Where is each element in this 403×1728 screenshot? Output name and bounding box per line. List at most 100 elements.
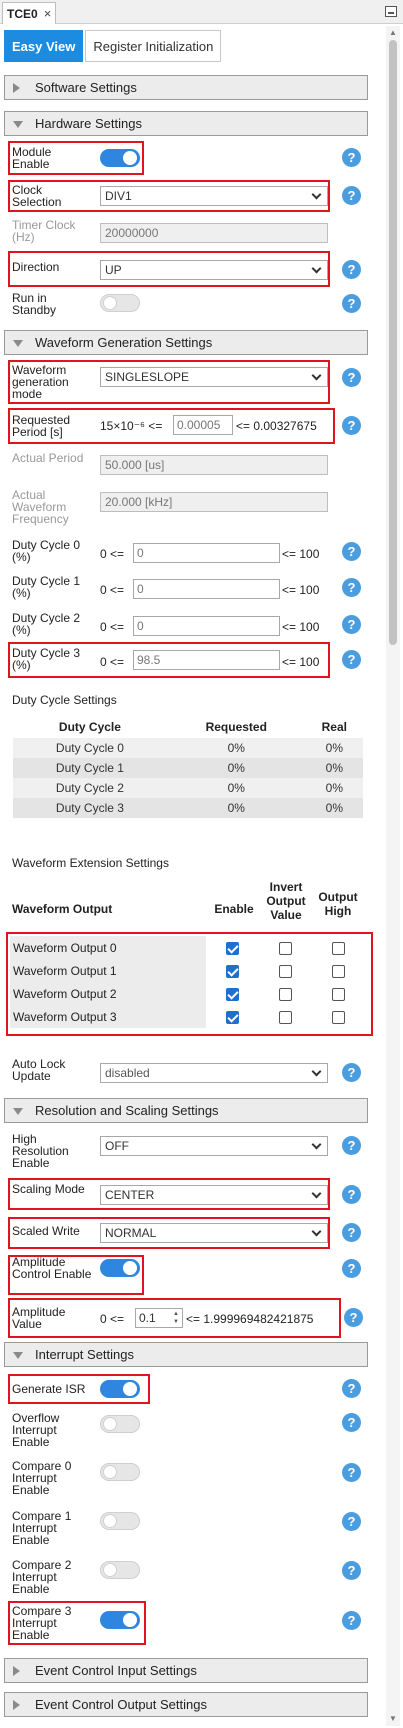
duty-cycle-3-max: <= 100 [282,655,320,669]
output-high-checkbox[interactable] [332,987,346,1001]
run-in-standby-toggle[interactable] [100,294,140,312]
table-row: Duty Cycle 3 0% 0% [13,798,363,818]
module-enable-toggle[interactable] [100,149,140,167]
help-icon[interactable]: ? [342,1413,361,1432]
high-resolution-select[interactable]: OFF [100,1136,328,1156]
amplitude-control-label: Amplitude Control Enable [12,1255,92,1281]
duty-cycle-1-label: Duty Cycle 1 (%) [12,574,81,600]
help-icon[interactable]: ? [342,1223,361,1242]
help-icon[interactable]: ? [342,1512,361,1531]
help-icon[interactable]: ? [342,148,361,167]
expand-icon [13,83,20,93]
chevron-down-icon [311,1188,322,1199]
table-cell: 0% [325,801,343,815]
enable-checkbox[interactable] [226,941,240,955]
duty-cycle-0-input[interactable]: 0 [133,543,280,563]
tab-tce0[interactable]: TCE0 × [2,2,57,24]
amplitude-control-toggle[interactable] [100,1259,140,1277]
select-value: SINGLESLOPE [105,370,190,384]
output-high-checkbox[interactable] [332,964,346,978]
enable-checkbox[interactable] [226,1010,240,1024]
output-high-checkbox[interactable] [332,1010,346,1024]
select-value: disabled [105,1066,150,1080]
select-value: CENTER [105,1188,155,1202]
input-value: 0.1 [139,1311,156,1325]
expand-icon [13,1666,20,1676]
scroll-down-icon[interactable]: ▼ [388,1714,398,1724]
collapse-icon [13,121,23,128]
expand-icon [13,1700,20,1710]
help-icon[interactable]: ? [342,578,361,597]
output-high-checkbox[interactable] [332,941,346,955]
timer-clock-label: Timer Clock (Hz) [12,218,76,244]
overflow-interrupt-toggle[interactable] [100,1415,140,1433]
help-icon[interactable]: ? [342,1463,361,1482]
help-icon[interactable]: ? [342,186,361,205]
compare-3-interrupt-toggle[interactable] [100,1611,140,1629]
section-interrupt-settings[interactable]: Interrupt Settings [4,1342,368,1367]
help-icon[interactable]: ? [342,294,361,313]
help-icon[interactable]: ? [342,1136,361,1155]
amplitude-value-label: Amplitude Value [12,1305,66,1331]
invert-checkbox[interactable] [279,964,293,978]
help-icon[interactable]: ? [342,542,361,561]
requested-period-input[interactable]: 0.00005 [173,415,233,435]
invert-checkbox[interactable] [279,1010,293,1024]
help-icon[interactable]: ? [342,1063,361,1082]
select-value: OFF [105,1139,129,1153]
help-icon[interactable]: ? [342,650,361,669]
help-icon[interactable]: ? [342,1379,361,1398]
amplitude-value-input[interactable]: 0.1 ▲ ▼ [135,1308,183,1328]
waveform-mode-select[interactable]: SINGLESLOPE [100,367,328,387]
compare-0-interrupt-toggle[interactable] [100,1463,140,1481]
scroll-up-icon[interactable]: ▲ [388,28,398,38]
invert-checkbox[interactable] [279,987,293,1001]
enable-checkbox[interactable] [226,964,240,978]
help-icon[interactable]: ? [344,1308,363,1327]
invert-checkbox[interactable] [279,941,293,955]
help-icon[interactable]: ? [342,615,361,634]
document-tab-bar: TCE0 × [0,0,403,24]
section-hardware-settings[interactable]: Hardware Settings [4,111,368,136]
scaled-write-select[interactable]: NORMAL [100,1223,328,1243]
toggle-knob [123,1613,137,1627]
section-resolution-scaling[interactable]: Resolution and Scaling Settings [4,1098,368,1123]
help-icon[interactable]: ? [342,368,361,387]
help-icon[interactable]: ? [342,416,361,435]
section-event-control-input[interactable]: Event Control Input Settings [4,1658,368,1683]
help-icon[interactable]: ? [342,1259,361,1278]
duty-cycle-1-input[interactable]: 0 [133,579,280,599]
direction-select[interactable]: UP [100,260,328,280]
table-row: Duty Cycle 0 0% 0% [13,738,363,758]
duty-cycle-3-input[interactable]: 98.5 [133,650,280,670]
output-name: Waveform Output 3 [10,1005,207,1028]
close-icon[interactable]: × [44,6,52,21]
section-waveform-generation[interactable]: Waveform Generation Settings [4,330,368,355]
module-enable-label: Module Enable [12,145,52,171]
scaling-mode-select[interactable]: CENTER [100,1185,328,1205]
generate-isr-toggle[interactable] [100,1380,140,1398]
scrollbar-thumb[interactable] [389,40,397,645]
actual-period-label: Actual Period [12,451,84,465]
duty-cycle-2-label: Duty Cycle 2 (%) [12,611,81,637]
tab-easy-view[interactable]: Easy View [4,30,84,62]
toggle-knob [103,1563,117,1577]
compare-2-interrupt-toggle[interactable] [100,1561,140,1579]
stepper-icon[interactable]: ▲ ▼ [172,1310,180,1326]
section-software-settings[interactable]: Software Settings [4,75,368,100]
help-icon[interactable]: ? [342,1611,361,1630]
minimize-icon[interactable] [385,6,397,17]
help-icon[interactable]: ? [342,1561,361,1580]
help-icon[interactable]: ? [342,1185,361,1204]
duty-cycle-1-min: 0 <= [100,583,125,597]
tab-register-initialization[interactable]: Register Initialization [85,30,222,62]
clock-selection-select[interactable]: DIV1 [100,186,328,206]
enable-checkbox[interactable] [226,987,240,1001]
vertical-scrollbar[interactable]: ▲ ▼ [386,26,400,1726]
compare-1-interrupt-toggle[interactable] [100,1512,140,1530]
auto-lock-select[interactable]: disabled [100,1063,328,1083]
help-icon[interactable]: ? [342,260,361,279]
duty-cycle-2-input[interactable]: 0 [133,616,280,636]
section-event-control-output[interactable]: Event Control Output Settings [4,1692,368,1717]
table-cell: Duty Cycle 3 [55,801,124,815]
